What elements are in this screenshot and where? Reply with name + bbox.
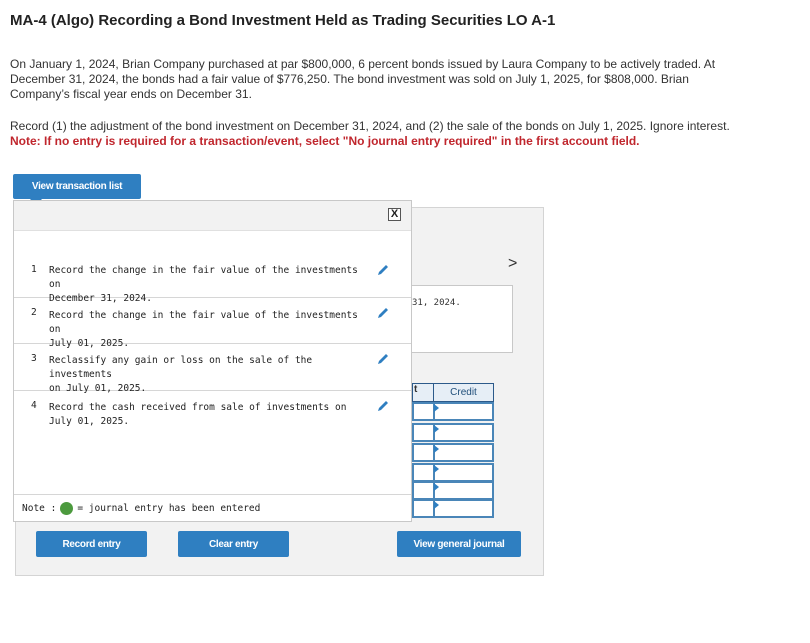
transaction-item[interactable]: 4 Record the cash received from sale of … [14, 391, 411, 495]
edit-pencil-icon[interactable] [376, 399, 390, 413]
debit-input[interactable] [412, 423, 433, 442]
instruction-note: Note: If no entry is required for a tran… [10, 134, 640, 148]
credit-input[interactable] [433, 402, 494, 421]
problem-line-3: Company’s fiscal year ends on December 3… [10, 87, 252, 101]
transaction-line: Record the cash received from sale of in… [49, 402, 347, 413]
debit-input[interactable] [412, 499, 433, 518]
cell-marker-icon [434, 404, 439, 412]
legend: Note : = journal entry has been entered [22, 502, 260, 515]
transaction-line: July 01, 2025. [49, 416, 130, 427]
transaction-line: Record the change in the fair value of t… [49, 265, 358, 290]
credit-input[interactable] [433, 443, 494, 462]
entered-status-dot-icon [60, 502, 74, 515]
debit-input[interactable] [412, 463, 433, 482]
cell-marker-icon [434, 425, 439, 433]
transaction-number: 1 [31, 264, 37, 275]
edit-pencil-icon[interactable] [376, 306, 390, 320]
transaction-description: Record the cash received from sale of in… [49, 401, 359, 429]
transaction-line: Record the change in the fair value of t… [49, 310, 358, 335]
close-icon[interactable]: X [388, 208, 401, 221]
transaction-number: 2 [31, 307, 37, 318]
problem-line-2: December 31, 2024, the bonds had a fair … [10, 72, 689, 86]
credit-column-header: Credit [433, 383, 494, 402]
credit-input[interactable] [433, 423, 494, 442]
next-transaction-arrow[interactable]: > [508, 255, 517, 273]
transaction-description-fragment: 31, 2024. [412, 298, 461, 308]
transaction-description: Reclassify any gain or loss on the sale … [49, 354, 359, 396]
edit-pencil-icon[interactable] [376, 263, 390, 277]
cell-marker-icon [434, 483, 439, 491]
transaction-number: 3 [31, 353, 37, 364]
page-title: MA-4 (Algo) Recording a Bond Investment … [10, 12, 556, 29]
problem-line-1: On January 1, 2024, Brian Company purcha… [10, 57, 716, 71]
transaction-list-popup: X 1 Record the change in the fair value … [13, 200, 412, 522]
credit-input[interactable] [433, 481, 494, 500]
debit-column-header: t [412, 383, 433, 402]
cell-marker-icon [434, 501, 439, 509]
transaction-description-box [400, 285, 513, 353]
transaction-line: Reclassify any gain or loss on the sale … [49, 355, 313, 380]
popup-header: X [14, 201, 411, 231]
transaction-number: 4 [31, 400, 37, 411]
cell-marker-icon [434, 465, 439, 473]
record-entry-button[interactable]: Record entry [36, 531, 147, 557]
problem-paragraph: On January 1, 2024, Brian Company purcha… [10, 57, 780, 102]
debit-input[interactable] [412, 481, 433, 500]
edit-pencil-icon[interactable] [376, 352, 390, 366]
clear-entry-button[interactable]: Clear entry [178, 531, 289, 557]
debit-input[interactable] [412, 443, 433, 462]
view-general-journal-button[interactable]: View general journal [397, 531, 521, 557]
legend-prefix: Note : [22, 503, 57, 514]
instructions: Record (1) the adjustment of the bond in… [10, 119, 730, 133]
credit-input[interactable] [433, 463, 494, 482]
credit-input[interactable] [433, 499, 494, 518]
legend-text: = journal entry has been entered [77, 503, 261, 514]
view-transaction-list-button[interactable]: View transaction list [13, 174, 141, 205]
cell-marker-icon [434, 445, 439, 453]
transaction-item[interactable]: 2 Record the change in the fair value of… [14, 298, 411, 349]
debit-input[interactable] [412, 402, 433, 421]
transaction-item[interactable]: 1 Record the change in the fair value of… [14, 258, 411, 304]
transaction-item[interactable]: 3 Reclassify any gain or loss on the sal… [14, 344, 411, 394]
